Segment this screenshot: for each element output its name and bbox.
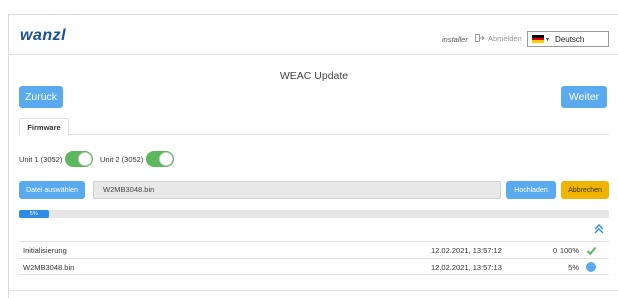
caret-down-icon: ▾ xyxy=(546,36,550,43)
chevron-double-up-icon[interactable] xyxy=(593,223,605,235)
logout-link[interactable]: Abmelden xyxy=(475,33,522,43)
log-percent: 100% xyxy=(559,246,579,255)
wanzl-logo[interactable]: wanzl xyxy=(20,27,66,45)
select-file-button[interactable]: Datei auswählen xyxy=(19,181,85,199)
status-dot-icon xyxy=(586,262,597,273)
user-name: installer xyxy=(442,35,468,44)
language-label: Deutsch xyxy=(555,34,585,44)
upload-button[interactable]: Hochladen xyxy=(506,181,556,199)
unit-2-label: Unit 2 (3052) xyxy=(100,154,144,164)
log-time: 12.02.2021, 13:57:13 xyxy=(431,263,502,272)
unit-2-toggle[interactable] xyxy=(146,151,175,167)
tab-firmware[interactable]: Firmware xyxy=(19,118,69,136)
page-title: WEAC Update xyxy=(279,70,349,82)
unit-1-label: Unit 1 (3052) xyxy=(19,154,63,164)
checkmark-icon xyxy=(586,246,597,256)
log-row: W2MB3048.bin 12.02.2021, 13:57:13 5% xyxy=(19,258,609,275)
german-flag-icon xyxy=(532,35,544,44)
unit-2-toggle-group: Unit 2 (3052) xyxy=(100,151,175,167)
upload-row: Datei auswählen W2MB3048.bin Hochladen A… xyxy=(19,181,609,199)
logout-icon xyxy=(475,34,485,42)
back-button[interactable]: Zurück xyxy=(19,86,63,108)
footer-divider xyxy=(9,290,618,291)
main-content: WEAC Update Zurück Weiter Firmware Unit … xyxy=(9,56,618,290)
cancel-button[interactable]: Abbrechen xyxy=(561,181,609,199)
toggle-knob xyxy=(78,152,93,166)
log-row: Initialisierung 12.02.2021, 13:57:12 0 1… xyxy=(19,241,609,258)
unit-1-toggle[interactable] xyxy=(65,151,94,167)
logout-label: Abmelden xyxy=(488,33,522,43)
toggle-knob xyxy=(159,152,174,166)
unit-1-toggle-group: Unit 1 (3052) xyxy=(19,151,94,167)
log-count: 0 xyxy=(552,246,557,255)
next-button[interactable]: Weiter xyxy=(561,86,607,108)
tab-bar: Firmware xyxy=(19,118,609,136)
progress-fill: 5% xyxy=(19,210,49,218)
app-window: wanzl installer Abmelden ▾ Deutsch WEAC … xyxy=(8,14,618,298)
file-name-field[interactable]: W2MB3048.bin xyxy=(93,181,501,199)
header: wanzl installer Abmelden ▾ Deutsch xyxy=(9,15,618,55)
log-name: Initialisierung xyxy=(23,246,67,255)
language-select[interactable]: ▾ Deutsch xyxy=(527,31,609,47)
log-time: 12.02.2021, 13:57:12 xyxy=(431,246,502,255)
log-table: Initialisierung 12.02.2021, 13:57:12 0 1… xyxy=(19,241,609,275)
progress-bar: 5% xyxy=(19,210,609,218)
log-percent: 5% xyxy=(568,263,579,272)
log-name: W2MB3048.bin xyxy=(23,263,75,272)
